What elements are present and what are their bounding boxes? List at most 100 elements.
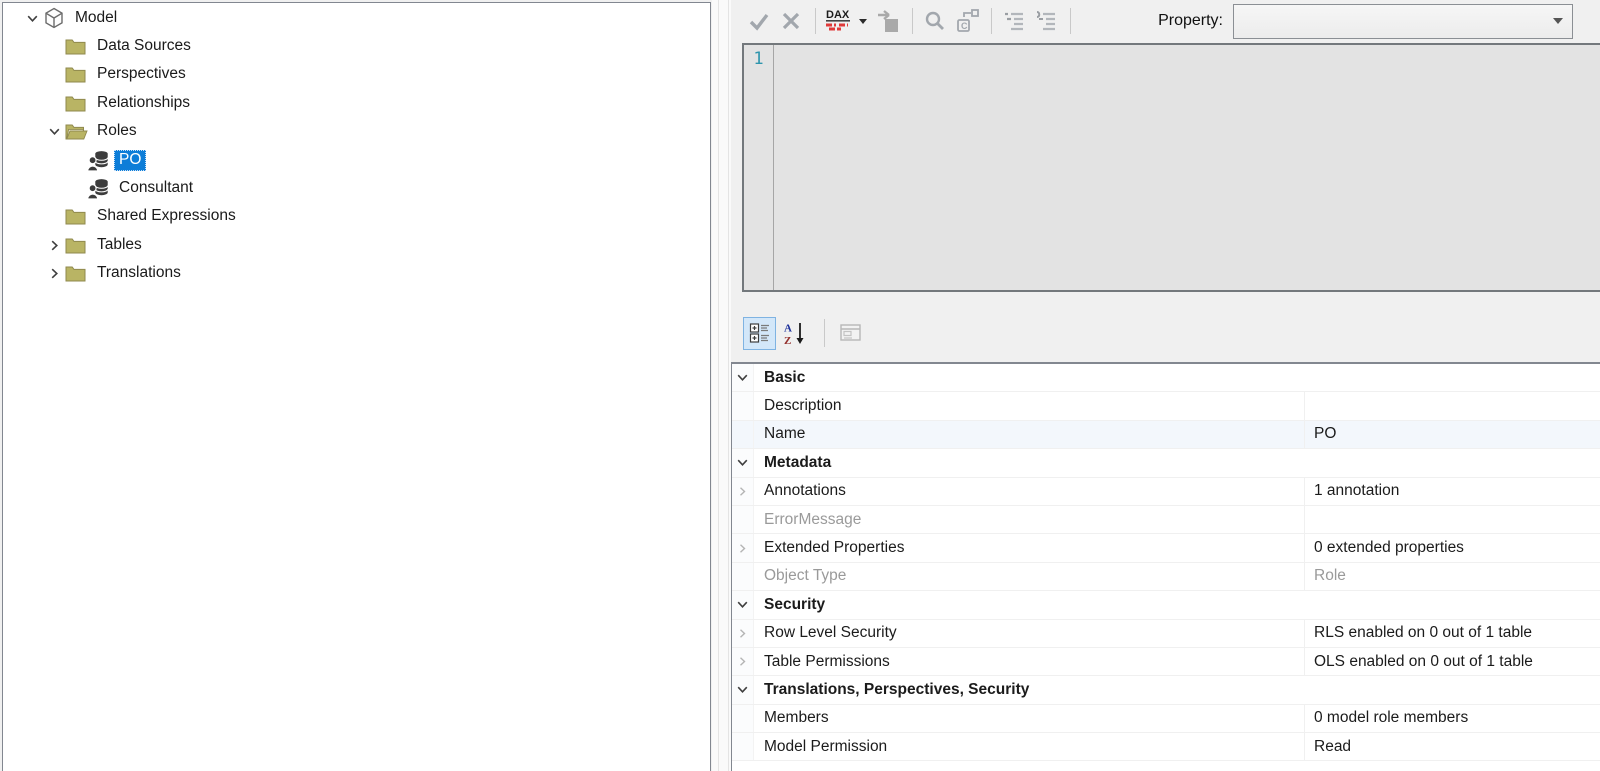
svg-text:DAX: DAX	[826, 9, 850, 21]
chevron-right-icon[interactable]	[732, 534, 754, 562]
editor-gutter: 1	[744, 45, 774, 290]
chevron-right-icon[interactable]	[732, 477, 754, 505]
pg-property-value[interactable]: RLS enabled on 0 out of 1 table	[1304, 619, 1600, 647]
pg-property-value[interactable]: Role	[1304, 562, 1600, 591]
tree-item-label: Relationships	[97, 93, 191, 111]
chevron-right-icon[interactable]	[732, 647, 754, 676]
tree-item-label: Perspectives	[97, 65, 186, 83]
panel-splitter[interactable]	[712, 0, 731, 771]
tree-item-consultant[interactable]: Consultant	[3, 174, 710, 202]
folder-icon	[65, 64, 92, 86]
folder-open-icon	[65, 121, 92, 143]
tree-item-tables[interactable]: Tables	[3, 231, 710, 259]
folder-icon	[65, 36, 92, 58]
pg-category-label: Security	[764, 595, 826, 613]
pg-property-value[interactable]: 0 extended properties	[1304, 534, 1600, 562]
pg-category-basic[interactable]: Basic	[732, 364, 1600, 393]
pg-property-value[interactable]	[1304, 505, 1600, 534]
svg-text:C: C	[961, 21, 968, 31]
pg-row-name[interactable]: Name PO	[732, 420, 1600, 450]
pg-property-value[interactable]: 0 model role members	[1304, 704, 1600, 733]
tree-item-label: Tables	[97, 235, 142, 253]
tree-item-model[interactable]: Model	[3, 4, 710, 32]
pg-property-value[interactable]: PO	[1304, 420, 1600, 449]
pg-property-value[interactable]	[1304, 392, 1600, 420]
pg-category-translations-perspectives-security[interactable]: Translations, Perspectives, Security	[732, 676, 1600, 705]
expression-editor-toolbar: DAX C Property:	[731, 0, 1600, 42]
tree-item-roles[interactable]: Roles	[3, 118, 710, 146]
alphabetical-sort-icon[interactable]: AZ	[779, 317, 812, 350]
pg-category-label: Translations, Perspectives, Security	[764, 680, 1030, 698]
role-icon	[87, 178, 114, 200]
pg-category-metadata[interactable]: Metadata	[732, 449, 1600, 478]
chevron-right-icon[interactable]	[43, 263, 65, 285]
app-window: Model Data Sources Perspectives Relationshi…	[0, 0, 1600, 771]
pg-row-members[interactable]: Members 0 model role members	[732, 704, 1600, 734]
tree-item-label: Roles	[97, 122, 137, 140]
tree-item-po[interactable]: PO	[3, 146, 710, 174]
chevron-down-icon[interactable]	[43, 121, 65, 143]
model-icon	[43, 7, 70, 29]
cancel-icon[interactable]	[776, 6, 806, 36]
paste-icon[interactable]	[873, 6, 903, 36]
tree-item-label: Translations	[97, 264, 181, 282]
gutter-spacer	[732, 505, 754, 534]
pg-property-value[interactable]: OLS enabled on 0 out of 1 table	[1304, 647, 1600, 676]
pg-property-name: Model Permission	[764, 737, 888, 755]
chevron-right-icon[interactable]	[732, 619, 754, 647]
property-pages-icon[interactable]	[834, 317, 867, 350]
tree-item-label: Data Sources	[97, 37, 191, 55]
pg-row-object-type[interactable]: Object Type Role	[732, 562, 1600, 592]
svg-text:Z: Z	[784, 335, 791, 346]
tree-item-relationships[interactable]: Relationships	[3, 89, 710, 117]
tree-item-data-sources[interactable]: Data Sources	[3, 32, 710, 60]
expression-editor[interactable]: 1	[742, 43, 1600, 292]
dax-formatter-icon[interactable]: DAX	[823, 6, 853, 36]
pg-property-value[interactable]: 1 annotation	[1304, 477, 1600, 505]
accept-icon[interactable]	[744, 6, 774, 36]
pg-property-name: Description	[764, 397, 842, 415]
chevron-down-icon[interactable]	[21, 7, 43, 29]
dropdown-caret-icon[interactable]	[855, 6, 871, 36]
pg-category-security[interactable]: Security	[732, 591, 1600, 620]
model-tree-panel: Model Data Sources Perspectives Relationshi…	[2, 2, 711, 771]
comment-lines-icon[interactable]	[999, 6, 1029, 36]
property-grid: Basic Description Name PO Metadata Annotation…	[731, 362, 1600, 771]
categorized-icon[interactable]	[743, 316, 776, 350]
gutter-spacer	[732, 733, 754, 761]
pg-row-table-permissions[interactable]: Table Permissions OLS enabled on 0 out of…	[732, 647, 1600, 677]
tree-item-translations[interactable]: Translations	[3, 260, 710, 288]
find-icon[interactable]	[920, 6, 950, 36]
folder-icon	[65, 206, 92, 228]
role-icon	[87, 149, 114, 172]
editor-content[interactable]	[774, 45, 1600, 290]
tree-item-perspectives[interactable]: Perspectives	[3, 61, 710, 89]
tree-item-label: PO	[114, 149, 147, 171]
chevron-right-icon[interactable]	[43, 234, 65, 256]
tree-item-label: Model	[75, 8, 118, 26]
uncomment-lines-icon[interactable]	[1031, 6, 1061, 36]
replace-icon[interactable]: C	[952, 6, 982, 36]
pg-row-row-level-security[interactable]: Row Level Security RLS enabled on 0 out o…	[732, 619, 1600, 648]
chevron-down-icon[interactable]	[732, 364, 754, 392]
pg-property-value[interactable]: Read	[1304, 733, 1600, 761]
toolbar-separator	[824, 319, 825, 347]
property-dropdown[interactable]	[1233, 3, 1573, 39]
chevron-down-icon[interactable]	[732, 591, 754, 619]
pg-row-annotations[interactable]: Annotations 1 annotation	[732, 477, 1600, 506]
pg-row-description[interactable]: Description	[732, 392, 1600, 421]
toolbar-separator	[815, 8, 816, 34]
toolbar-separator	[1070, 8, 1071, 34]
pg-row-model-permission[interactable]: Model Permission Read	[732, 733, 1600, 762]
chevron-down-icon[interactable]	[732, 449, 754, 477]
pg-property-name: Object Type	[764, 567, 847, 585]
pg-row-errormessage[interactable]: ErrorMessage	[732, 505, 1600, 535]
chevron-down-icon[interactable]	[732, 676, 754, 704]
pg-row-extended-properties[interactable]: Extended Properties 0 extended properties	[732, 534, 1600, 563]
tree-item-shared-expressions[interactable]: Shared Expressions	[3, 203, 710, 231]
property-label: Property:	[1158, 12, 1223, 29]
pg-property-name: Members	[764, 709, 829, 727]
